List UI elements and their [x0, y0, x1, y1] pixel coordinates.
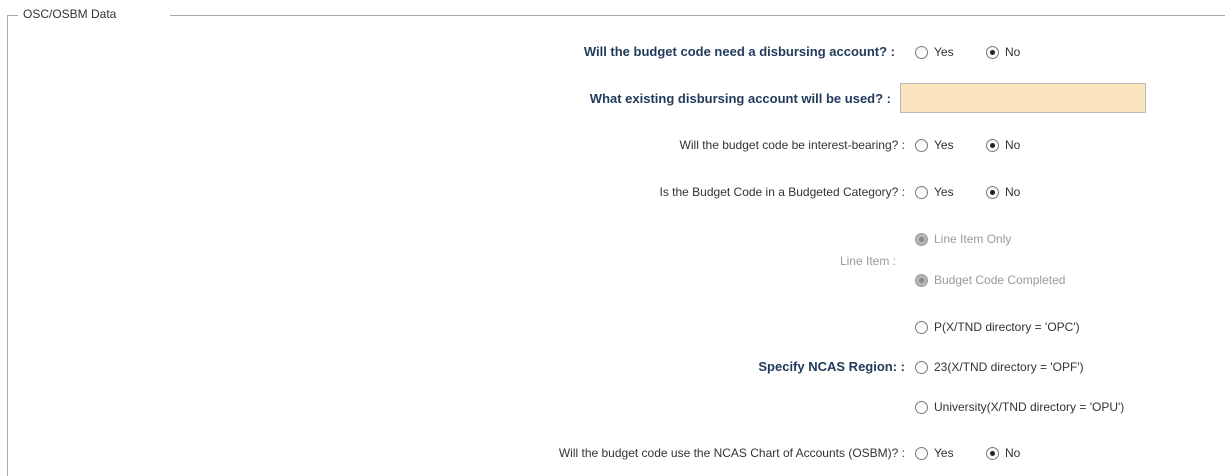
option-label: Yes [934, 138, 954, 152]
disbursing-account-yes-option[interactable]: Yes [915, 45, 954, 59]
radio-icon[interactable] [915, 45, 928, 59]
option-label: P(X/TND directory = 'OPC') [934, 320, 1080, 334]
radio-icon[interactable] [915, 446, 928, 460]
radio-icon[interactable] [915, 138, 928, 152]
option-label: No [1005, 45, 1021, 59]
radio-icon[interactable] [915, 185, 928, 199]
ncas-region-question: Specify NCAS Region: : [758, 359, 905, 374]
fieldset-border-left [7, 15, 8, 476]
disbursing-account-no-option[interactable]: No [986, 45, 1020, 59]
radio-checked-icon[interactable] [986, 138, 999, 152]
option-label: Line Item Only [934, 232, 1012, 246]
ncas-chart-question: Will the budget code use the NCAS Chart … [558, 446, 905, 460]
disbursing-account-question: Will the budget code need a disbursing a… [583, 44, 895, 59]
ncas-region-opf-option[interactable]: 23(X/TND directory = 'OPF') [915, 360, 1084, 374]
budgeted-category-no-option[interactable]: No [986, 185, 1020, 199]
radio-disabled-icon [915, 232, 928, 246]
radio-icon[interactable] [915, 400, 928, 414]
fieldset-border-top [170, 15, 1225, 16]
radio-icon[interactable] [915, 360, 928, 374]
line-item-question: Line Item : [839, 254, 896, 268]
radio-icon[interactable] [915, 320, 928, 334]
interest-bearing-no-option[interactable]: No [986, 138, 1020, 152]
line-item-only-option: Line Item Only [915, 232, 1011, 246]
budgeted-category-question: Is the Budget Code in a Budgeted Categor… [659, 185, 905, 199]
option-label: No [1005, 185, 1021, 199]
interest-bearing-yes-option[interactable]: Yes [915, 138, 954, 152]
option-label: No [1005, 446, 1021, 460]
radio-checked-icon[interactable] [986, 446, 999, 460]
option-label: No [1005, 138, 1021, 152]
budget-code-completed-option: Budget Code Completed [915, 273, 1065, 287]
fieldset-legend: OSC/OSBM Data [18, 7, 122, 21]
budgeted-category-yes-option[interactable]: Yes [915, 185, 954, 199]
option-label: 23(X/TND directory = 'OPF') [934, 360, 1084, 374]
option-label: Budget Code Completed [934, 273, 1066, 287]
ncas-region-opu-option[interactable]: University(X/TND directory = 'OPU') [915, 400, 1124, 414]
interest-bearing-question: Will the budget code be interest-bearing… [679, 138, 905, 152]
option-label: University(X/TND directory = 'OPU') [934, 400, 1125, 414]
ncas-chart-no-option[interactable]: No [986, 446, 1020, 460]
existing-account-input[interactable] [900, 83, 1146, 113]
ncas-region-opc-option[interactable]: P(X/TND directory = 'OPC') [915, 320, 1080, 334]
ncas-chart-yes-option[interactable]: Yes [915, 446, 954, 460]
radio-checked-icon[interactable] [986, 45, 999, 59]
option-label: Yes [934, 45, 954, 59]
existing-account-question: What existing disbursing account will be… [589, 91, 891, 106]
option-label: Yes [934, 185, 954, 199]
option-label: Yes [934, 446, 954, 460]
radio-disabled-icon [915, 273, 928, 287]
radio-checked-icon[interactable] [986, 185, 999, 199]
